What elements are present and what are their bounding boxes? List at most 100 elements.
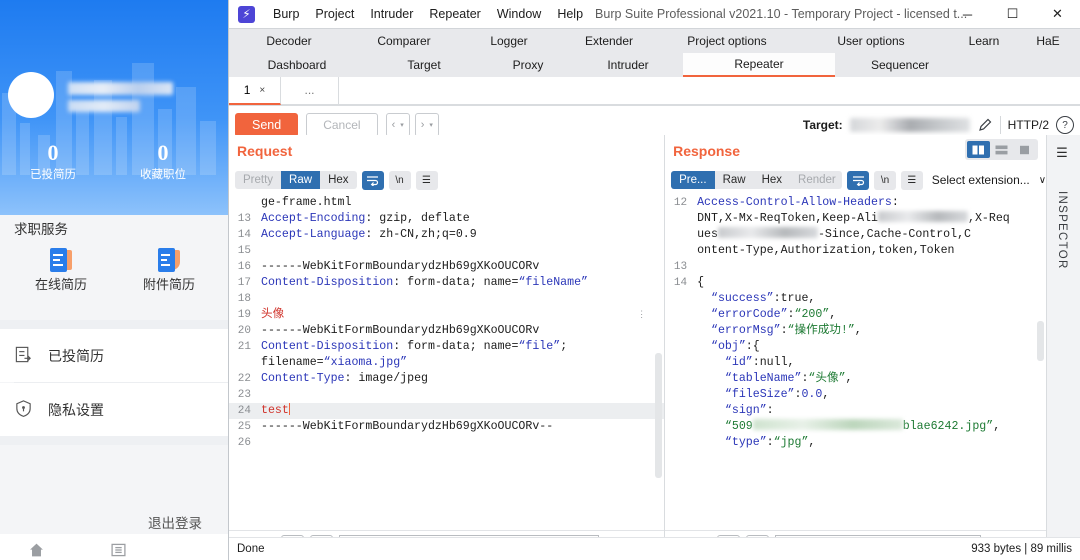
- list-icon[interactable]: [110, 542, 127, 558]
- code-line: 26: [229, 435, 664, 451]
- menu-repeater[interactable]: Repeater: [421, 7, 488, 21]
- editor-menu-icon[interactable]: ☰: [900, 170, 923, 190]
- tab-extender[interactable]: Extender: [559, 29, 659, 53]
- help-icon[interactable]: ?: [1056, 116, 1074, 134]
- stat-applied[interactable]: 0 已投简历: [14, 140, 92, 184]
- split-horizontal-icon[interactable]: [990, 141, 1013, 158]
- response-pane: Response Pre... Raw Hex Render \n ☰ Sele…: [665, 135, 1046, 560]
- tab-learn[interactable]: Learn: [947, 29, 1021, 53]
- select-extension-label[interactable]: Select extension...: [932, 173, 1030, 187]
- tab-hae[interactable]: HaE: [1021, 29, 1075, 53]
- tab-user-options[interactable]: User options: [795, 29, 947, 53]
- status-text: Done: [237, 543, 265, 555]
- pencil-icon[interactable]: [977, 117, 993, 133]
- tab-decoder[interactable]: Decoder: [229, 29, 349, 53]
- code-text: Content-Disposition: form-data; name=“fi…: [261, 340, 568, 353]
- burp-suite-window: ⚡ Burp Project Intruder Repeater Window …: [228, 0, 1080, 560]
- code-line: 13 Accept-Encoding: gzip, deflate: [229, 211, 664, 227]
- code-text: ge-frame.html: [261, 196, 352, 209]
- quick-item-online-resume[interactable]: 在线简历: [16, 248, 106, 293]
- text-cursor: [288, 403, 290, 415]
- send-button[interactable]: Send: [235, 113, 299, 137]
- word-wrap-icon[interactable]: [847, 170, 870, 190]
- show-newlines-icon[interactable]: \n: [874, 170, 896, 190]
- inspector-sidebar[interactable]: ☰ INSPECTOR: [1046, 135, 1080, 560]
- menu-item-privacy[interactable]: 隐私设置: [0, 383, 232, 436]
- tab-logger[interactable]: Logger: [459, 29, 559, 53]
- code-text: “success”:true,: [697, 292, 816, 305]
- prev-request-button[interactable]: ‹ ▾: [385, 113, 410, 137]
- line-number: 18: [237, 293, 251, 305]
- request-editor[interactable]: ge-frame.html 13 Accept-Encoding: gzip, de…: [229, 193, 665, 530]
- menu-intruder[interactable]: Intruder: [362, 7, 421, 21]
- tab-project-options[interactable]: Project options: [659, 29, 795, 53]
- home-icon[interactable]: [28, 542, 45, 558]
- editor-menu-icon[interactable]: ☰: [415, 170, 438, 190]
- repeater-tab-1[interactable]: 1 ×: [229, 77, 281, 105]
- menu-project[interactable]: Project: [307, 7, 362, 21]
- redacted-text: [717, 227, 818, 238]
- tab-repeater[interactable]: Repeater: [683, 53, 835, 77]
- response-editor[interactable]: 12 Access-Control-Allow-Headers: DNT,X-Mx-…: [665, 193, 1047, 530]
- quick-item-label: 在线简历: [34, 277, 87, 292]
- line-number: [665, 435, 693, 451]
- single-pane-icon[interactable]: [1013, 141, 1036, 158]
- tab-target[interactable]: Target: [365, 53, 483, 77]
- stat-favorites[interactable]: 0 收藏职位: [124, 140, 202, 184]
- menu-burp[interactable]: Burp: [265, 7, 307, 21]
- code-text: Content-Type: image/jpeg: [261, 372, 428, 385]
- applied-icon: [15, 346, 31, 363]
- response-tab-hex[interactable]: Hex: [754, 171, 790, 189]
- inspector-menu-icon[interactable]: ☰: [1056, 145, 1068, 161]
- response-code[interactable]: 12 Access-Control-Allow-Headers: DNT,X-Mx-…: [665, 193, 1046, 530]
- close-icon[interactable]: ×: [259, 85, 265, 96]
- show-newlines-icon[interactable]: \n: [388, 170, 411, 190]
- request-scrollbar[interactable]: [655, 353, 663, 478]
- menu-item-applied[interactable]: 已投简历: [0, 329, 232, 382]
- tab-proxy[interactable]: Proxy: [483, 53, 573, 77]
- menu-help[interactable]: Help: [549, 7, 591, 21]
- response-tab-pretty[interactable]: Pre...: [671, 171, 715, 189]
- response-scrollbar[interactable]: [1037, 321, 1045, 361]
- line-number: 13: [673, 261, 688, 273]
- line-number: 14: [673, 277, 688, 289]
- add-repeater-tab-button[interactable]: ...: [281, 77, 339, 105]
- cancel-button[interactable]: Cancel: [306, 113, 378, 137]
- response-tab-raw[interactable]: Raw: [715, 171, 754, 189]
- background-web-app: 0 已投简历 0 收藏职位 求职服务 在线简历 附件简历 已投简历 隐私设置 退…: [0, 0, 232, 560]
- code-text: “obj”:{: [697, 340, 760, 353]
- redacted-text: [752, 419, 903, 430]
- word-wrap-icon[interactable]: [361, 170, 384, 190]
- code-line: “errorMsg”:“操作成功!”,: [665, 323, 1046, 339]
- section-title: 求职服务: [14, 222, 68, 237]
- chevron-down-icon[interactable]: ∨: [1039, 175, 1046, 186]
- logout-button[interactable]: 退出登录: [148, 512, 202, 532]
- quick-item-attachment-resume[interactable]: 附件简历: [124, 248, 214, 293]
- tab-dashboard[interactable]: Dashboard: [229, 53, 365, 77]
- tab-sequencer[interactable]: Sequencer: [835, 53, 965, 77]
- request-tab-hex[interactable]: Hex: [320, 171, 356, 189]
- next-request-button[interactable]: › ▾: [414, 113, 439, 137]
- line-number: [665, 227, 693, 243]
- menu-window[interactable]: Window: [489, 7, 549, 21]
- response-tab-render[interactable]: Render: [790, 171, 842, 189]
- drag-handle[interactable]: ⋮: [637, 311, 646, 320]
- avatar[interactable]: [8, 72, 54, 118]
- maximize-icon[interactable]: ☐: [990, 0, 1035, 28]
- redacted-text: [877, 211, 968, 222]
- request-tab-raw[interactable]: Raw: [281, 171, 321, 189]
- target-label: Target:: [802, 118, 843, 132]
- minimize-icon[interactable]: ─: [945, 0, 990, 28]
- tabs-row-1: Decoder Comparer Logger Extender Project…: [229, 29, 1080, 53]
- request-view-tabs: Pretty Raw Hex: [235, 171, 357, 189]
- tab-intruder[interactable]: Intruder: [573, 53, 683, 77]
- code-line: “errorCode”:“200”,: [665, 307, 1046, 323]
- request-tab-pretty[interactable]: Pretty: [235, 171, 281, 189]
- close-icon[interactable]: ✕: [1035, 0, 1080, 28]
- tab-comparer[interactable]: Comparer: [349, 29, 459, 53]
- response-view-toolbar: Pre... Raw Hex Render \n ☰ Select extens…: [665, 167, 1046, 193]
- request-code[interactable]: ge-frame.html 13 Accept-Encoding: gzip, de…: [229, 193, 665, 530]
- split-vertical-icon[interactable]: [967, 141, 991, 158]
